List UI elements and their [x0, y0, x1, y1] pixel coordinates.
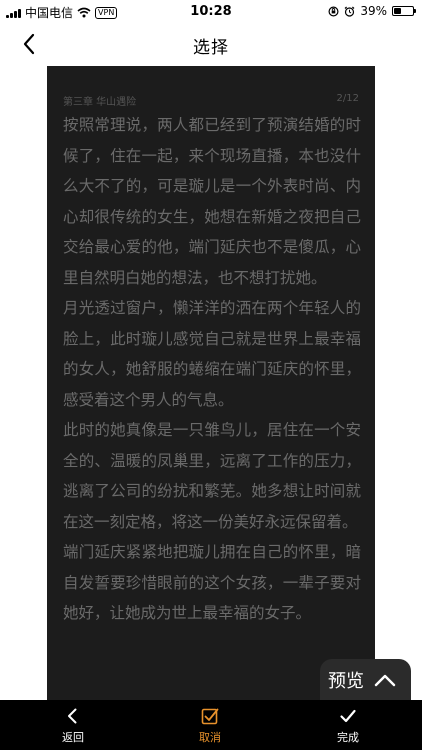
cancel-checkbox-icon [201, 708, 219, 725]
checkmark-icon [340, 709, 356, 723]
paragraph: 月光透过窗户，懒洋洋的洒在两个年轻人的脸上，此时璇儿感觉自己就是世界上最幸福的女… [63, 299, 361, 409]
rotation-lock-icon [328, 5, 339, 17]
bottom-toolbar: 返回 取消 完成 [0, 700, 422, 750]
chevron-left-icon [68, 708, 77, 724]
page-header: 第三章 华山遇险 2/12 [63, 93, 359, 108]
preview-button[interactable]: 预览 [320, 659, 411, 700]
status-bar: 中国电信 VPN 10:28 39% [0, 0, 422, 24]
status-right: 39% [328, 4, 416, 18]
paragraph: 端门延庆紧紧地把璇儿拥在自己的怀里，暗自发誓要珍惜眼前的这个女孩，一辈子要对她好… [63, 543, 361, 622]
cancel-button[interactable]: 取消 [175, 700, 245, 750]
page-body: 按照常理说，两人都已经到了预演结婚的时候了，住在一起，来个现场直播，本也没什么大… [63, 110, 361, 629]
battery-percent: 39% [360, 4, 387, 18]
battery-icon [392, 6, 416, 16]
chevron-up-icon [374, 674, 396, 686]
alarm-icon [344, 6, 355, 17]
chapter-title: 第三章 华山遇险 [63, 97, 137, 108]
paragraph: 按照常理说，两人都已经到了预演结婚的时候了，住在一起，来个现场直播，本也没什么大… [63, 116, 361, 287]
done-button[interactable]: 完成 [313, 700, 383, 750]
reader-page-preview[interactable]: 第三章 华山遇险 2/12 按照常理说，两人都已经到了预演结婚的时候了，住在一起… [47, 66, 375, 700]
preview-label: 预览 [328, 670, 364, 692]
paragraph: 此时的她真像是一只雏鸟儿，居住在一个安全的、温暖的凤巢里，远离了工作的压力，逃离… [63, 421, 361, 531]
done-label: 完成 [337, 731, 359, 744]
nav-bar: 选择 [0, 24, 422, 64]
page-number: 2/12 [336, 93, 359, 104]
back-label: 返回 [62, 731, 84, 744]
cancel-label: 取消 [199, 731, 221, 744]
back-toolbar-button[interactable]: 返回 [38, 700, 108, 750]
page-title: 选择 [193, 38, 229, 58]
